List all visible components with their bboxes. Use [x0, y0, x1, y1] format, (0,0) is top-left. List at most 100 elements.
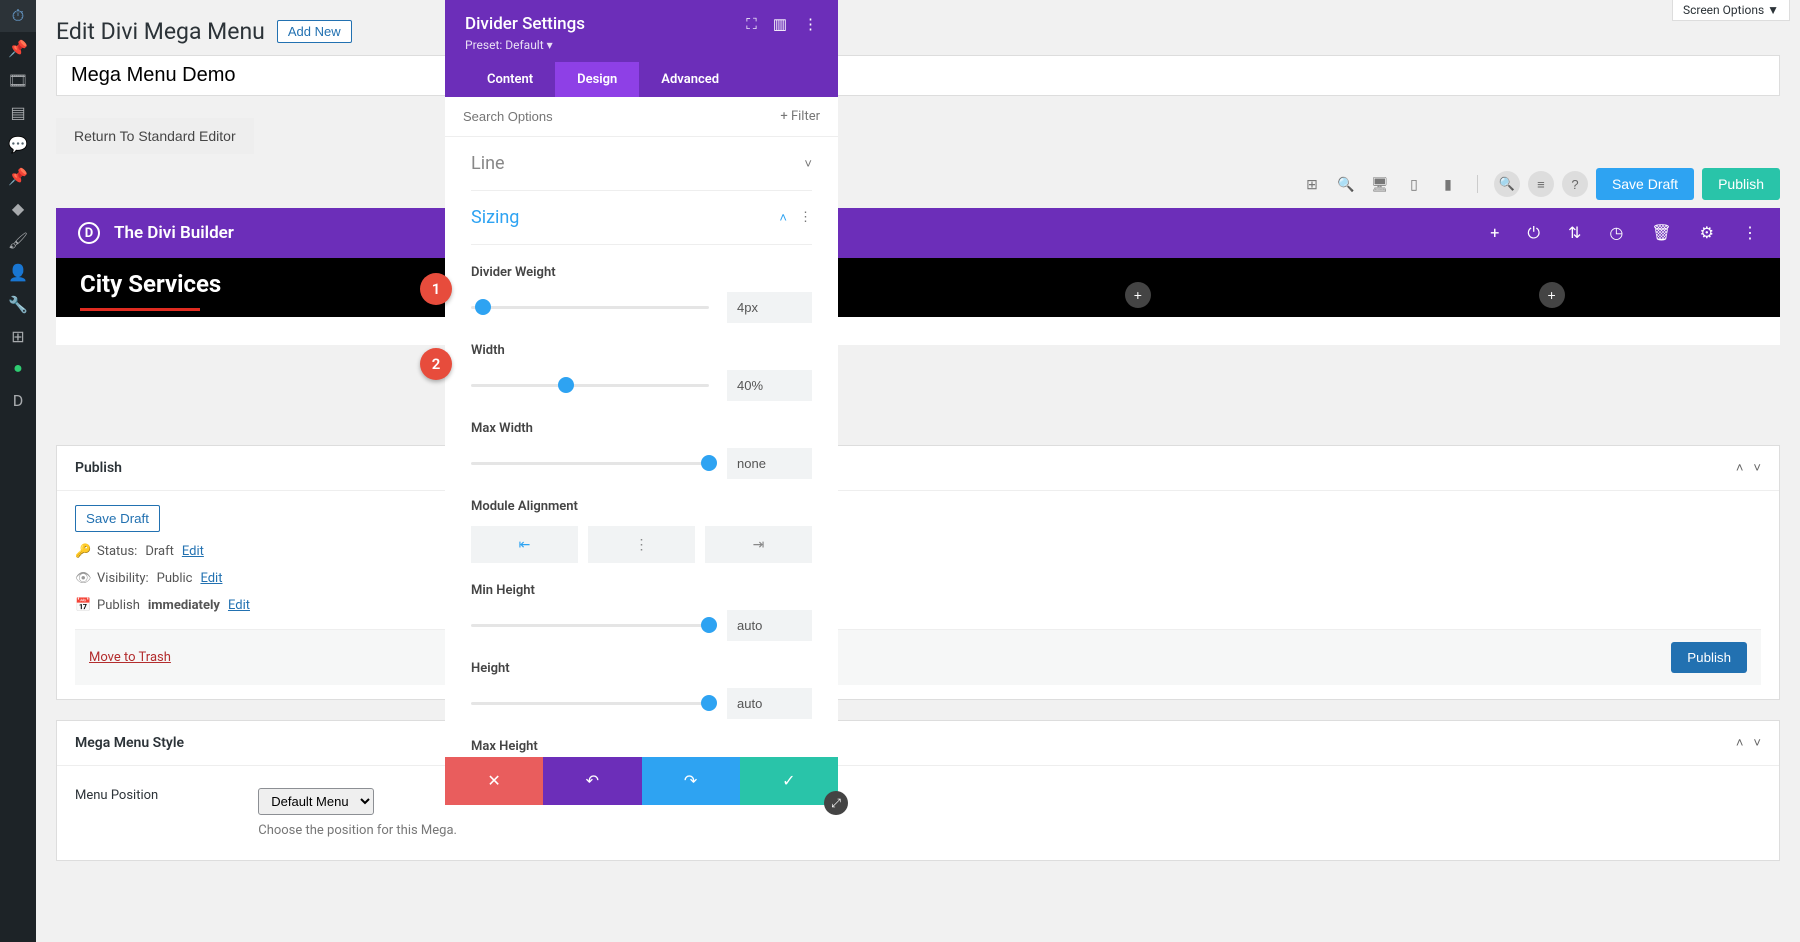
zoom-icon[interactable]: 🔍 [1333, 171, 1359, 197]
tab-design[interactable]: Design [555, 62, 639, 97]
add-new-button[interactable]: Add New [277, 20, 352, 43]
move-to-trash-link[interactable]: Move to Trash [89, 650, 171, 665]
history-icon[interactable]: ◷ [1609, 223, 1623, 243]
main-content: Edit Divi Mega Menu Add New Return To St… [36, 0, 1800, 881]
wp-admin-sidebar: ⏱ 📌 🎞 ▤ 💬 📌 ◆ 🖌 👤 🔧 ⊞ ● D [0, 0, 36, 942]
users-icon[interactable]: 👤 [0, 256, 36, 288]
divi-logo-icon: D [78, 222, 100, 244]
align-center-button[interactable]: ⋮ [588, 526, 695, 563]
resize-handle[interactable]: ⤢ [824, 791, 848, 815]
schedule-label: Publish [97, 598, 140, 613]
tab-advanced[interactable]: Advanced [639, 62, 741, 97]
filter-button[interactable]: + Filter [762, 109, 838, 124]
status-value: Draft [145, 544, 174, 559]
publish-button-box[interactable]: Publish [1671, 642, 1747, 673]
divi-icon[interactable]: ◆ [0, 192, 36, 224]
kebab-icon[interactable]: ⋮ [1742, 223, 1758, 243]
divider-weight-input[interactable] [727, 292, 812, 323]
tab-content[interactable]: Content [465, 62, 555, 97]
media-icon[interactable]: 🎞 [0, 64, 36, 96]
menu-position-select[interactable]: Default Menu [258, 788, 374, 815]
chevron-down-icon[interactable]: ˅ [1753, 460, 1761, 476]
divider-settings-modal: Divider Settings ⛶ ▥ ⋮ Preset: Default ▾… [445, 0, 838, 805]
pin-icon[interactable]: 📌 [0, 32, 36, 64]
appearance-icon[interactable]: 🖌 [0, 224, 36, 256]
divider-weight-slider[interactable] [471, 306, 709, 309]
key-icon: 🔑 [75, 544, 89, 559]
tablet-icon[interactable]: ▯ [1401, 171, 1427, 197]
divi-builder: D The Divi Builder + ⏻ ⇅ ◷ 🗑 ⚙ ⋮ City Se… [56, 208, 1780, 345]
publish-button-top[interactable]: Publish [1702, 168, 1780, 200]
search-icon[interactable]: 🔍 [1494, 171, 1520, 197]
edit-status-link[interactable]: Edit [182, 544, 204, 559]
undo-button[interactable]: ↶ [543, 757, 641, 805]
power-icon[interactable]: ⏻ [1527, 223, 1540, 243]
screen-options-toggle[interactable]: Screen Options ▼ [1672, 0, 1790, 21]
chevron-down-icon[interactable]: ˅ [1753, 735, 1761, 751]
tools-icon[interactable]: 🔧 [0, 288, 36, 320]
menu-position-label: Menu Position [75, 788, 158, 803]
add-module-button-2[interactable]: + [1539, 282, 1565, 308]
height-input[interactable] [727, 688, 812, 719]
divi-theme-icon[interactable]: D [0, 384, 36, 416]
snap-icon[interactable]: ▥ [773, 15, 787, 33]
visibility-value: Public [157, 571, 193, 586]
width-slider[interactable] [471, 384, 709, 387]
save-button[interactable]: ✓ [740, 757, 838, 805]
width-input[interactable] [727, 370, 812, 401]
max-width-input[interactable] [727, 448, 812, 479]
wireframe-icon[interactable]: ⊞ [1299, 171, 1325, 197]
max-width-label: Max Width [471, 421, 812, 436]
sort-icon[interactable]: ⇅ [1568, 223, 1581, 243]
height-label: Height [471, 661, 812, 676]
min-height-input[interactable] [727, 610, 812, 641]
add-icon[interactable]: + [1490, 223, 1499, 243]
calendar-icon: 📅 [75, 598, 89, 613]
kebab-icon[interactable]: ⋮ [803, 15, 818, 33]
add-module-button[interactable]: + [1125, 282, 1151, 308]
gear-icon[interactable]: ⚙ [1700, 223, 1714, 243]
align-left-button[interactable]: ⇤ [471, 526, 578, 563]
save-draft-button-box[interactable]: Save Draft [75, 505, 160, 532]
redo-button[interactable]: ↷ [642, 757, 740, 805]
section-sizing[interactable]: Sizing ˄ ⋮ [471, 191, 812, 245]
divider-weight-label: Divider Weight [471, 265, 812, 280]
return-to-standard-button[interactable]: Return To Standard Editor [56, 118, 254, 154]
cancel-button[interactable]: ✕ [445, 757, 543, 805]
edit-visibility-link[interactable]: Edit [200, 571, 222, 586]
chevron-up-icon[interactable]: ˄ [1736, 735, 1744, 751]
help-icon[interactable]: ? [1562, 171, 1588, 197]
kebab-icon[interactable]: ⋮ [799, 210, 812, 225]
dashboard-icon[interactable]: ⏱ [0, 0, 36, 32]
edit-schedule-link[interactable]: Edit [228, 598, 250, 613]
search-options-input[interactable] [445, 97, 762, 136]
trash-icon[interactable]: 🗑 [1651, 223, 1671, 243]
schedule-value: immediately [148, 598, 220, 613]
height-slider[interactable] [471, 702, 709, 705]
max-width-slider[interactable] [471, 462, 709, 465]
save-draft-button[interactable]: Save Draft [1596, 168, 1694, 200]
plugin-icon[interactable]: ● [0, 352, 36, 384]
desktop-icon[interactable]: 🖥 [1367, 171, 1393, 197]
divi-builder-header: D The Divi Builder + ⏻ ⇅ ◷ 🗑 ⚙ ⋮ [56, 208, 1780, 258]
comments-icon[interactable]: 💬 [0, 128, 36, 160]
projects-icon[interactable]: 📌 [0, 160, 36, 192]
expand-icon[interactable]: ⛶ [746, 15, 757, 33]
chevron-up-icon[interactable]: ˄ [1736, 460, 1744, 476]
modal-preset[interactable]: Preset: Default ▾ [465, 38, 818, 62]
layers-icon[interactable]: ≡ [1528, 171, 1554, 197]
builder-toolbar: ⊞ 🔍 🖥 ▯ ▮ 🔍 ≡ ? Save Draft Publish [56, 168, 1780, 200]
phone-icon[interactable]: ▮ [1435, 171, 1461, 197]
settings-icon[interactable]: ⊞ [0, 320, 36, 352]
post-title-input[interactable] [56, 55, 1780, 96]
module-alignment-label: Module Alignment [471, 499, 812, 514]
publish-metabox-title: Publish [75, 460, 1726, 476]
module-title: City Services [80, 270, 1756, 298]
min-height-slider[interactable] [471, 624, 709, 627]
annotation-badge-1: 1 [420, 273, 452, 305]
divi-whitespace [56, 317, 1780, 345]
visibility-label: Visibility: [97, 571, 149, 586]
align-right-button[interactable]: ⇥ [705, 526, 812, 563]
section-line[interactable]: Line ˅ [471, 137, 812, 191]
pages-icon[interactable]: ▤ [0, 96, 36, 128]
